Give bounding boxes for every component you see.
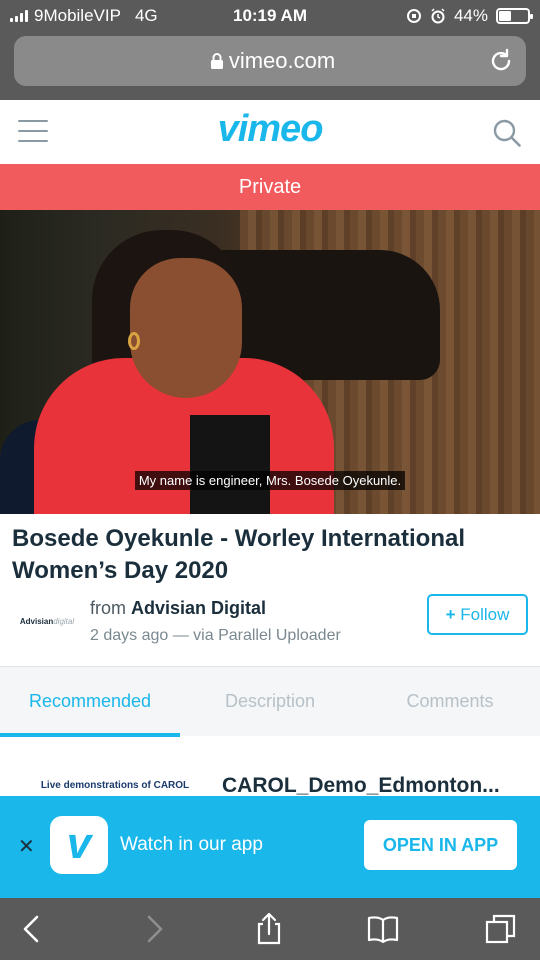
tab-description[interactable]: Description	[180, 667, 360, 737]
bookmarks-icon[interactable]	[366, 912, 400, 946]
content-tabs: Recommended Description Comments	[0, 666, 540, 737]
tabs-icon[interactable]	[484, 912, 518, 946]
address-bar[interactable]: vimeo.com	[14, 36, 526, 86]
channel-name-link[interactable]: Advisian Digital	[131, 598, 266, 618]
upload-meta: 2 days ago — via Parallel Uploader	[90, 627, 341, 644]
open-in-app-button[interactable]: OPEN IN APP	[364, 820, 517, 870]
url-text: vimeo.com	[228, 48, 336, 73]
close-icon[interactable]: ✕	[18, 834, 35, 859]
battery-icon	[496, 8, 533, 24]
forward-icon[interactable]	[136, 912, 170, 946]
channel-byline: from Advisian Digital	[90, 598, 266, 619]
video-title: Bosede Oyekunle - Worley International W…	[12, 525, 465, 584]
vimeo-logo[interactable]: vimeo	[0, 108, 540, 151]
video-subtitle: My name is engineer, Mrs. Bosede Oyekunl…	[0, 471, 540, 490]
status-bar: 9MobileVIP 4G 10:19 AM 44%	[0, 0, 540, 30]
browser-toolbar	[0, 898, 540, 960]
speaker-face	[130, 258, 242, 398]
back-icon[interactable]	[16, 912, 50, 946]
app-banner: ✕ v Watch in our app OPEN IN APP	[0, 796, 540, 898]
banner-message: Watch in our app	[120, 834, 263, 855]
battery-level	[499, 11, 512, 21]
private-banner: Private	[0, 164, 540, 210]
battery-percent: 44%	[453, 6, 488, 25]
tab-comments[interactable]: Comments	[360, 667, 540, 737]
tab-recommended[interactable]: Recommended	[0, 667, 180, 737]
share-icon[interactable]	[252, 912, 286, 946]
recommended-title[interactable]: CAROL_Demo_Edmonton...	[222, 774, 532, 798]
plus-icon: +	[445, 605, 456, 624]
video-player[interactable]: My name is engineer, Mrs. Bosede Oyekunl…	[0, 210, 540, 514]
search-icon[interactable]	[492, 118, 522, 148]
from-label: from	[90, 598, 132, 618]
reload-icon[interactable]	[488, 48, 514, 74]
follow-label: Follow	[460, 605, 510, 624]
speaker-shirt	[190, 415, 270, 514]
alarm-icon	[431, 8, 445, 24]
follow-button[interactable]: + Follow	[427, 594, 528, 635]
channel-logo[interactable]: Advisian digital	[14, 598, 80, 644]
site-header: vimeo	[0, 100, 540, 164]
vimeo-app-icon: v	[50, 816, 108, 874]
speaker-earring	[128, 332, 140, 350]
browser-chrome: vimeo.com	[0, 30, 540, 100]
screen-lock-icon	[406, 9, 421, 23]
